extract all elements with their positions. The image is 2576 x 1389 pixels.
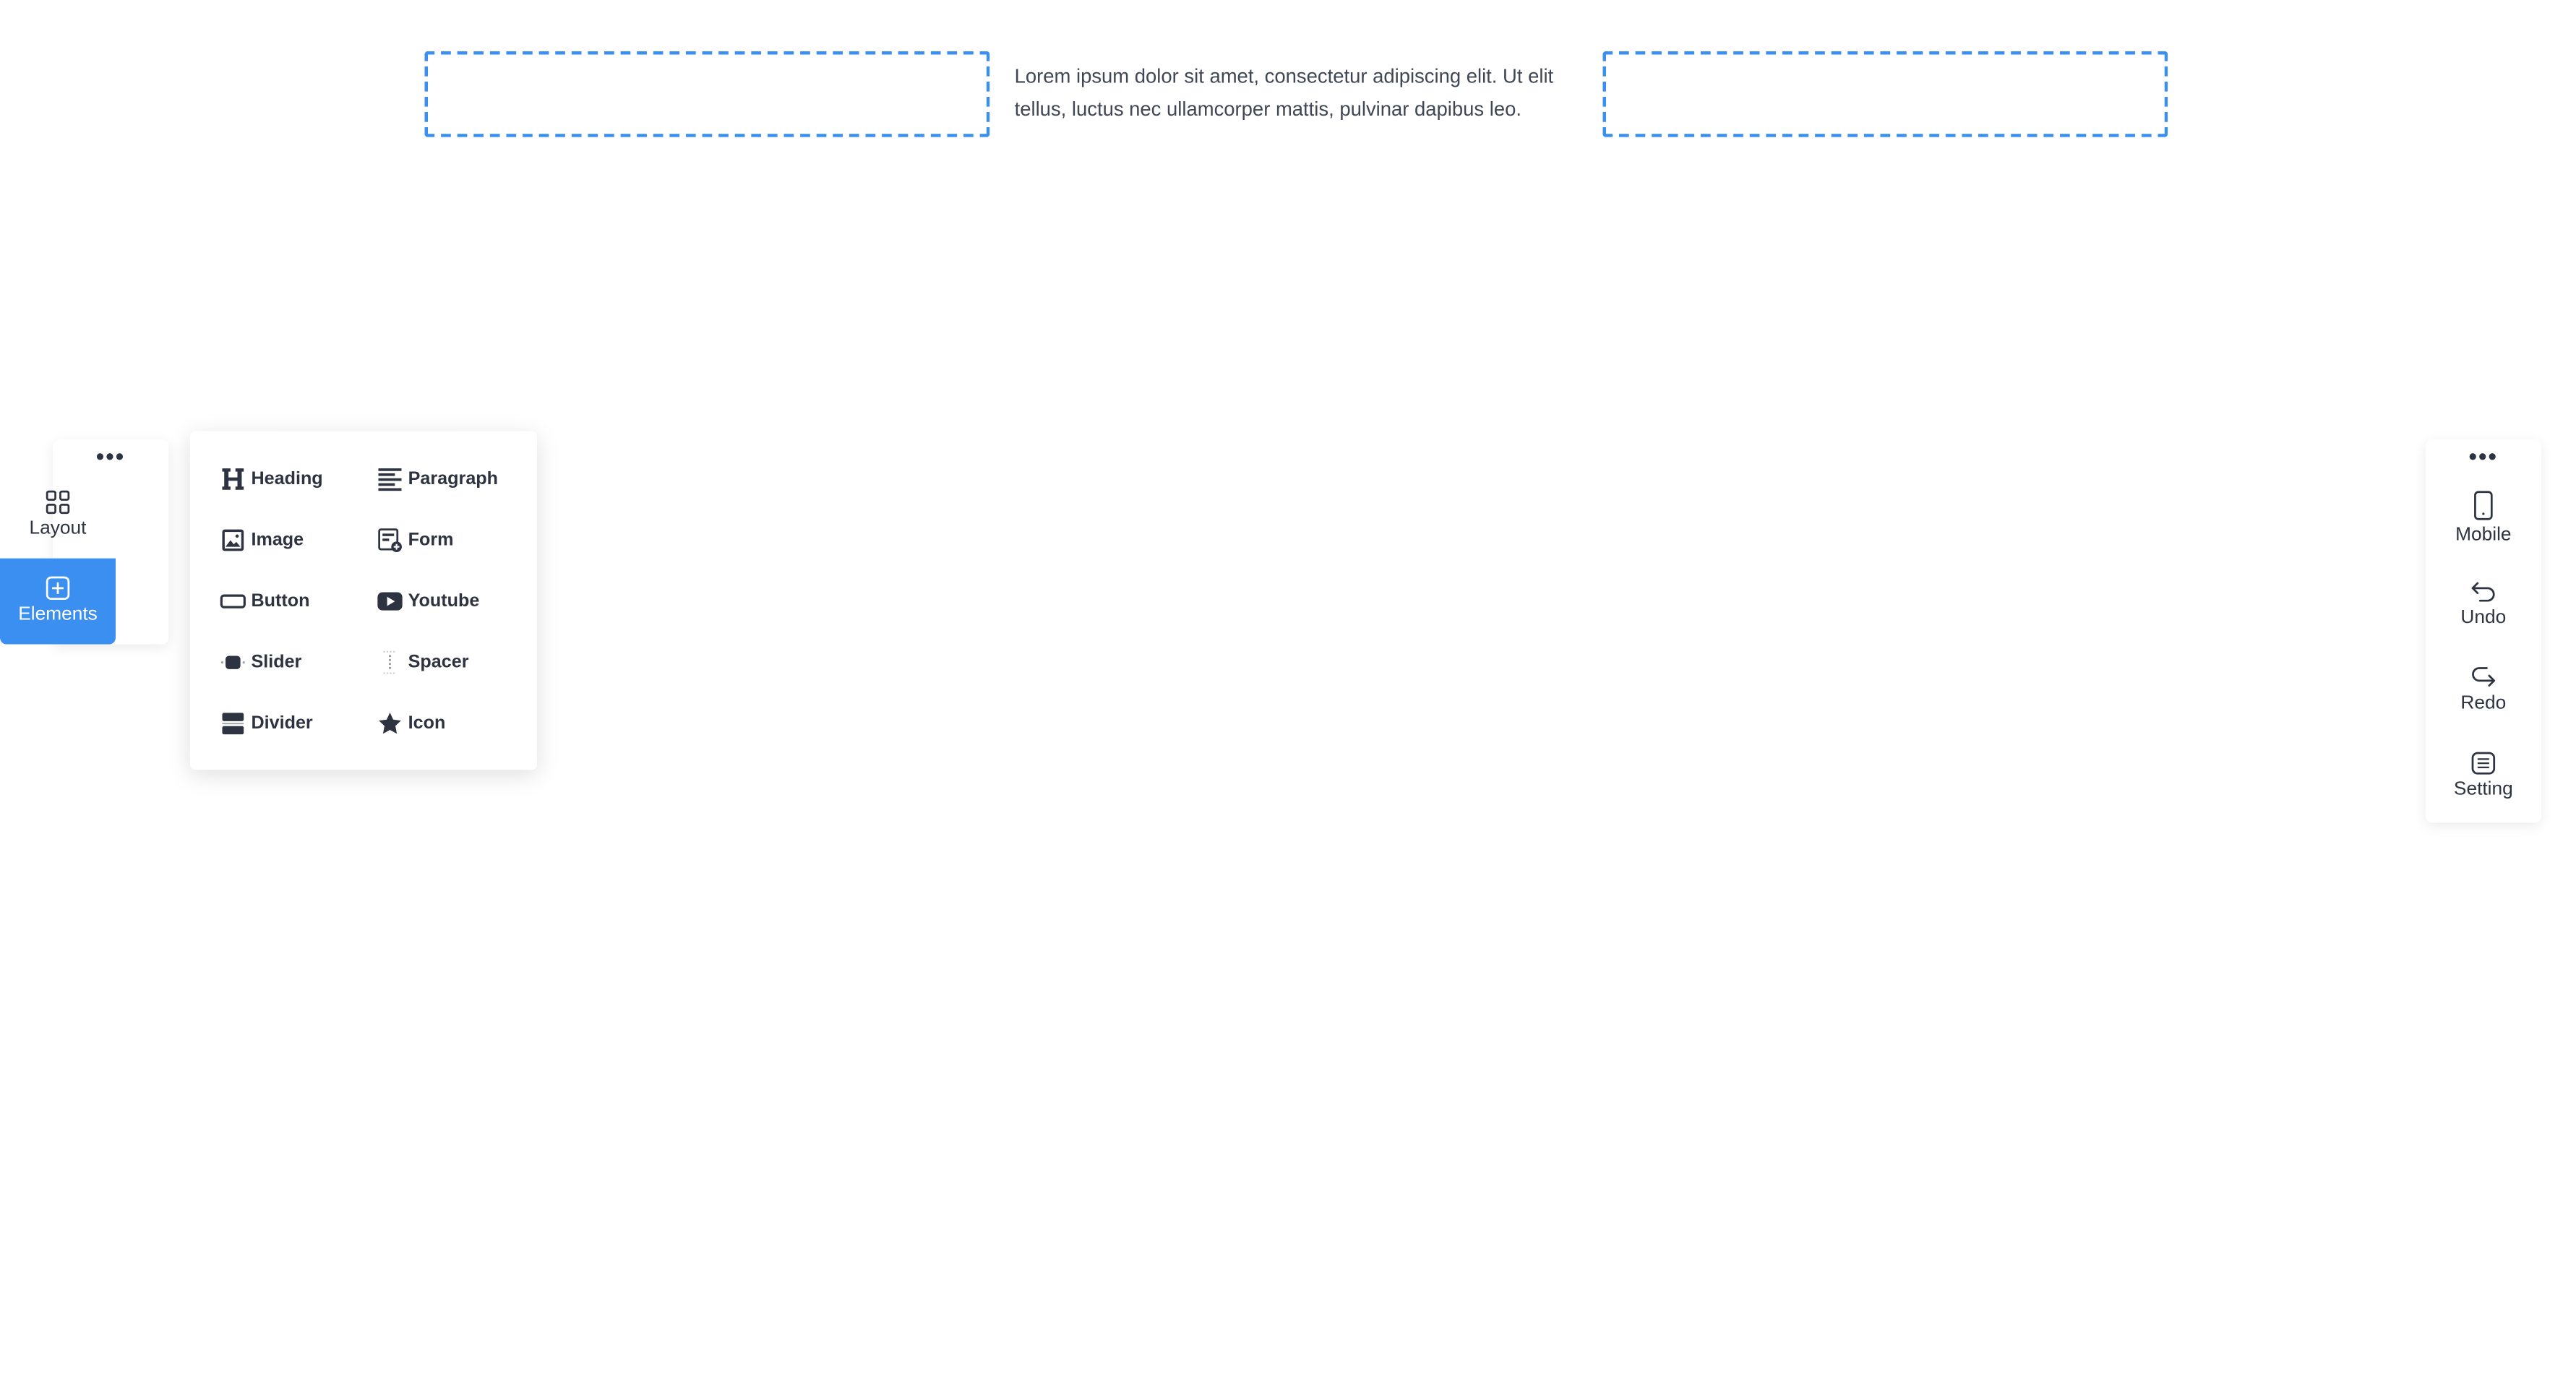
layout-label: Layout (29, 518, 87, 539)
empty-column-drop-zone-left[interactable] (424, 51, 990, 137)
elements-button[interactable]: Elements (0, 558, 116, 645)
button-icon (220, 588, 246, 615)
youtube-icon (377, 588, 403, 615)
element-image[interactable]: Image (220, 524, 304, 557)
more-options-icon[interactable]: ••• (53, 444, 168, 468)
element-label: Button (251, 591, 310, 611)
mobile-label: Mobile (2455, 525, 2512, 546)
element-label: Slider (251, 652, 302, 673)
panel-pointer (178, 591, 190, 611)
layout-button[interactable]: Layout (0, 489, 116, 539)
text-block[interactable]: Lorem ipsum dolor sit amet, consectetur … (1015, 61, 1585, 126)
undo-button[interactable]: Undo (2426, 580, 2541, 628)
element-spacer[interactable]: Spacer (377, 646, 469, 679)
mobile-preview-button[interactable]: Mobile (2426, 491, 2541, 545)
star-icon (377, 710, 403, 737)
element-form[interactable]: Form (377, 524, 454, 557)
element-paragraph[interactable]: Paragraph (377, 463, 498, 496)
settings-list-icon (2471, 752, 2496, 775)
element-label: Heading (251, 469, 323, 489)
layout-grid-icon (46, 490, 70, 515)
element-divider[interactable]: Divider (220, 707, 313, 740)
slider-icon (220, 649, 246, 676)
element-youtube[interactable]: Youtube (377, 585, 479, 618)
undo-label: Undo (2460, 608, 2507, 628)
add-square-icon (46, 576, 70, 601)
redo-button[interactable]: Redo (2426, 666, 2541, 714)
element-label: Paragraph (408, 469, 499, 489)
elements-label: Elements (18, 604, 98, 625)
spacer-icon (377, 649, 403, 676)
redo-label: Redo (2460, 694, 2507, 714)
image-icon (220, 527, 246, 554)
form-icon (377, 527, 403, 554)
element-label: Icon (408, 713, 446, 734)
element-heading[interactable]: Heading (220, 463, 323, 496)
paragraph-icon (377, 466, 403, 493)
element-slider[interactable]: Slider (220, 646, 301, 679)
empty-column-drop-zone-right[interactable] (1602, 51, 2168, 137)
undo-icon (2471, 582, 2495, 602)
element-label: Image (251, 530, 304, 551)
element-button[interactable]: Button (220, 585, 309, 618)
element-label: Spacer (408, 652, 469, 673)
element-icon[interactable]: Icon (377, 707, 445, 740)
mobile-icon (2474, 491, 2493, 520)
editor-canvas: Lorem ipsum dolor sit amet, consectetur … (0, 0, 2576, 1389)
element-label: Divider (251, 713, 313, 734)
element-label: Youtube (408, 591, 480, 611)
more-options-icon[interactable]: ••• (2426, 444, 2541, 468)
setting-button[interactable]: Setting (2426, 752, 2541, 799)
setting-label: Setting (2453, 779, 2513, 800)
redo-icon (2472, 667, 2496, 687)
heading-icon (220, 466, 246, 493)
element-label: Form (408, 530, 454, 551)
divider-icon (220, 710, 246, 737)
